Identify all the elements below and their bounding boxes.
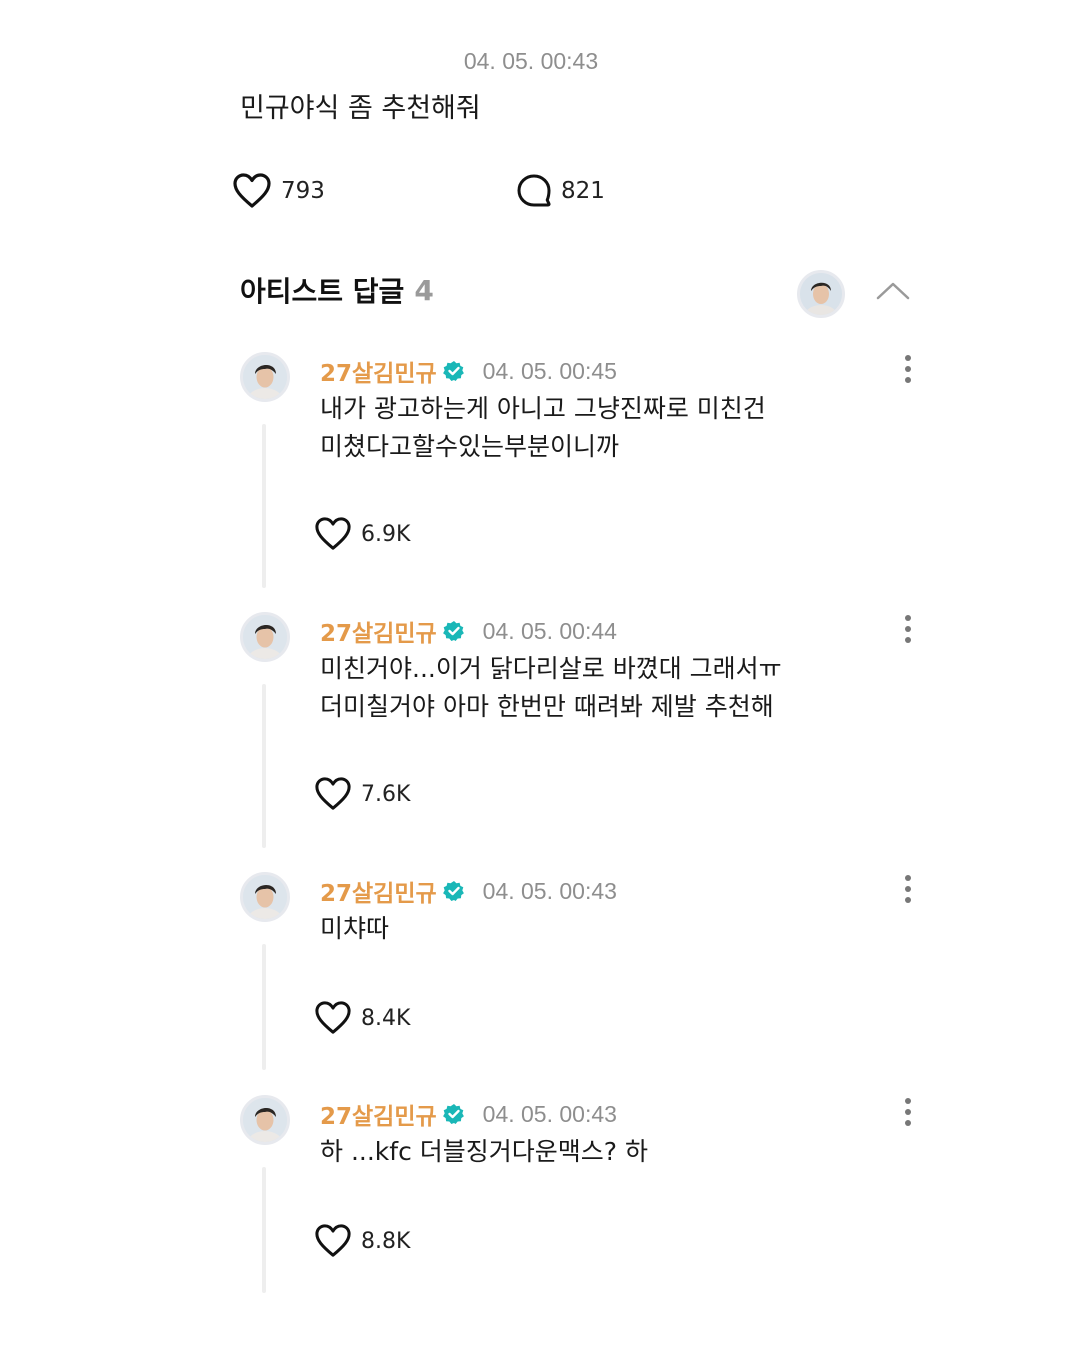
- reply-header: 27살김민규 04. 05. 00:43: [320, 874, 617, 908]
- avatar-image: [243, 615, 287, 659]
- reply-avatar[interactable]: [240, 872, 290, 922]
- post-actions: 793 821: [232, 172, 605, 210]
- artist-avatar-button[interactable]: [797, 270, 845, 318]
- heart-outline-icon: [315, 1224, 351, 1257]
- reply-avatar[interactable]: [240, 352, 290, 402]
- reply-text-line: 더미칠거야 아마 한번만 때려봐 제발 추천해: [320, 692, 774, 721]
- thread-line: [262, 424, 266, 588]
- vertical-ellipsis-icon[interactable]: [900, 1097, 916, 1127]
- avatar: [240, 1095, 290, 1145]
- verified-badge-icon: [442, 1104, 464, 1124]
- heart-outline-icon: [315, 1001, 351, 1034]
- verified-badge-icon: [442, 881, 464, 901]
- reply-like-count: 6.9K: [361, 521, 411, 547]
- reply-text-line: 내가 광고하는게 아니고 그냥진짜로 미친건: [320, 394, 766, 423]
- reply-header: 27살김민규 04. 05. 00:43: [320, 1097, 617, 1131]
- avatar: [240, 872, 290, 922]
- reply-text: 하 ...kfc 더블징거다운맥스? 하: [320, 1133, 648, 1171]
- avatar-image: [243, 875, 287, 919]
- avatar: [797, 270, 845, 318]
- reply-text-line: 미친거야...이거 닭다리살로 바꼈대 그래서ㅠ: [320, 654, 782, 683]
- section-count: 4: [414, 273, 434, 307]
- reply-text-line: 미쳤다고할수있는부분이니까: [320, 432, 620, 461]
- vertical-ellipsis-icon[interactable]: [900, 614, 916, 644]
- chevron-up-icon[interactable]: [872, 274, 914, 304]
- reply-like-button[interactable]: 8.4K: [314, 1000, 410, 1036]
- avatar: [240, 612, 290, 662]
- reply-author[interactable]: 27살김민규: [320, 1097, 437, 1131]
- heart-outline-icon: [315, 777, 351, 810]
- verified-badge-icon: [442, 361, 464, 381]
- avatar-image: [243, 355, 287, 399]
- reply-text-line: 미챠따: [320, 914, 390, 943]
- vertical-ellipsis-icon[interactable]: [900, 874, 916, 904]
- thread-line: [262, 1167, 266, 1293]
- post-timestamp: 04. 05. 00:43: [463, 48, 599, 74]
- reply-like-button[interactable]: 6.9K: [314, 516, 410, 552]
- vertical-ellipsis-icon[interactable]: [900, 354, 916, 384]
- reply-timestamp: 04. 05. 00:43: [482, 1100, 617, 1127]
- reply-avatar[interactable]: [240, 1095, 290, 1145]
- reply-text: 미친거야...이거 닭다리살로 바꼈대 그래서ㅠ 더미칠거야 아마 한번만 때려…: [320, 650, 782, 726]
- avatar-image: [800, 273, 842, 315]
- reply-avatar[interactable]: [240, 612, 290, 662]
- reply-author[interactable]: 27살김민규: [320, 874, 437, 908]
- reply-timestamp: 04. 05. 00:44: [482, 617, 617, 644]
- reply-text: 내가 광고하는게 아니고 그냥진짜로 미친건 미쳤다고할수있는부분이니까: [320, 390, 766, 466]
- heart-outline-icon: [315, 517, 351, 550]
- reply-text: 미챠따: [320, 910, 389, 948]
- reply-header: 27살김민규 04. 05. 00:44: [320, 614, 617, 648]
- post-comment-button[interactable]: 821: [516, 173, 1080, 209]
- speech-bubble-icon: [517, 174, 551, 207]
- avatar: [240, 352, 290, 402]
- reply-like-button[interactable]: 8.8K: [314, 1223, 410, 1259]
- heart-outline-icon: [233, 173, 271, 208]
- reply-text-line: 하 ...kfc 더블징거다운맥스? 하: [320, 1137, 648, 1166]
- avatar-image: [243, 1098, 287, 1142]
- reply-like-count: 7.6K: [361, 781, 411, 807]
- post-comment-count: 821: [561, 178, 605, 204]
- post-like-button[interactable]: 793: [232, 172, 325, 210]
- thread-line: [262, 944, 266, 1070]
- verified-badge-icon: [442, 621, 464, 641]
- reply-like-count: 8.4K: [361, 1005, 411, 1031]
- reply-timestamp: 04. 05. 00:45: [482, 357, 617, 384]
- section-title: 아티스트 답글: [240, 275, 405, 308]
- reply-author[interactable]: 27살김민규: [320, 614, 437, 648]
- reply-header: 27살김민규 04. 05. 00:45: [320, 354, 617, 388]
- reply-timestamp: 04. 05. 00:43: [482, 877, 617, 904]
- thread-line: [262, 684, 266, 848]
- post-like-count: 793: [281, 178, 325, 204]
- reply-like-button[interactable]: 7.6K: [314, 776, 410, 812]
- reply-like-count: 8.8K: [361, 1228, 411, 1254]
- reply-author[interactable]: 27살김민규: [320, 354, 437, 388]
- post-text: 민규야식 좀 추천해줘: [240, 93, 481, 124]
